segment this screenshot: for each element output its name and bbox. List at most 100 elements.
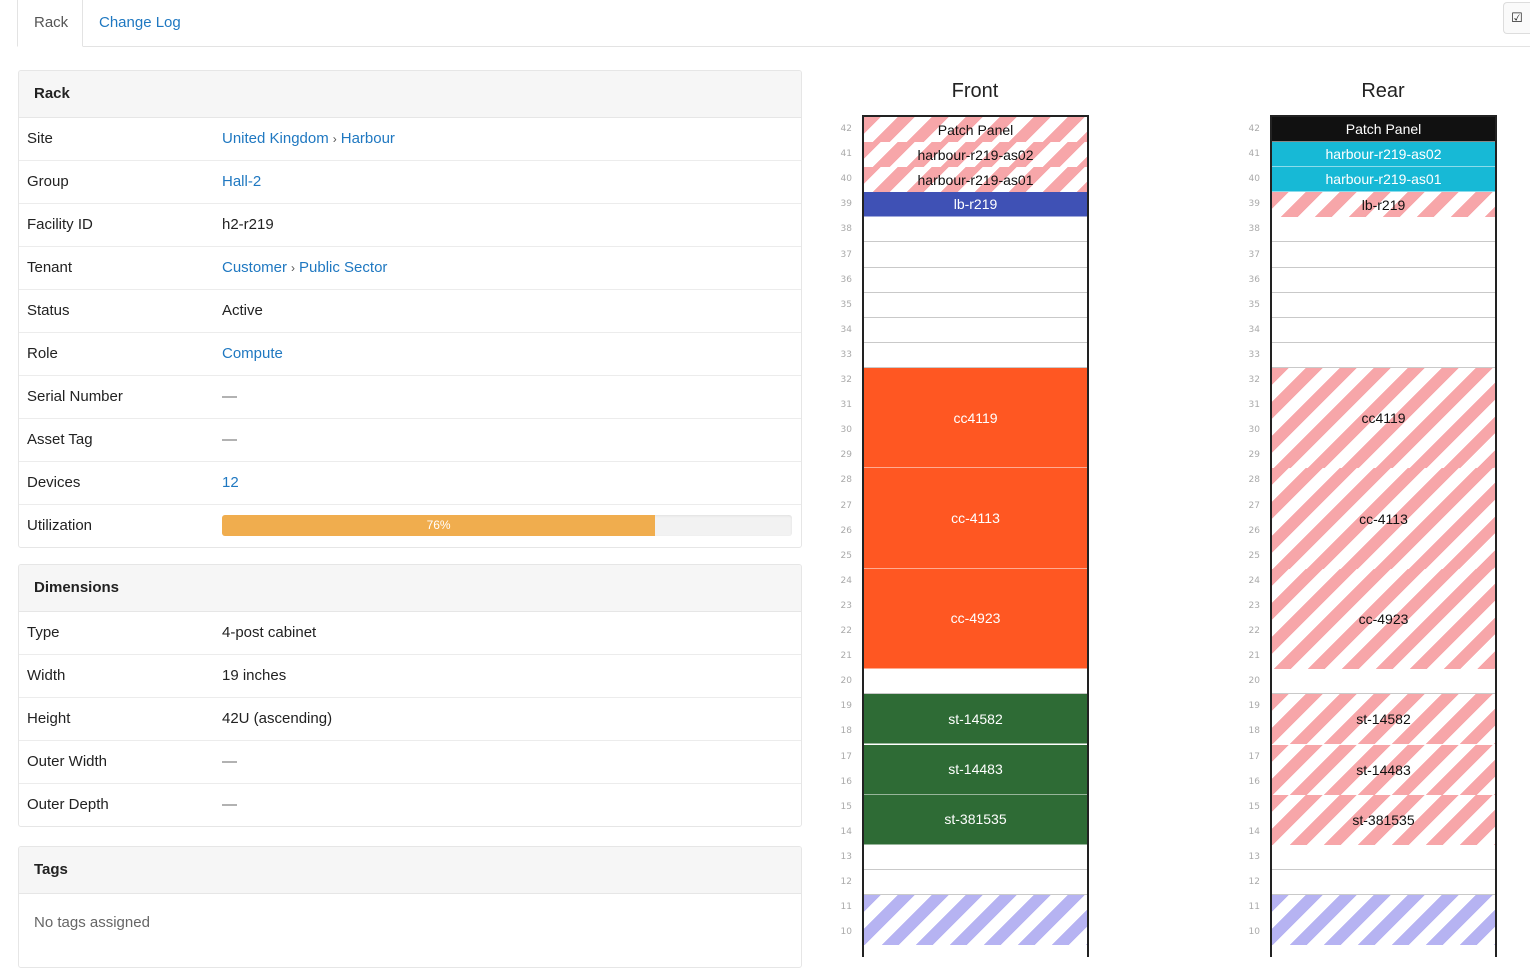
group-row: Group Hall-2 (19, 161, 801, 204)
tenant-group-link[interactable]: Customer (222, 259, 287, 276)
rack-device-st-381535[interactable]: st-381535 (1272, 794, 1495, 845)
rack-device-st-14483[interactable]: st-14483 (1272, 744, 1495, 795)
rack-device-cc4119[interactable]: cc4119 (864, 368, 1087, 469)
rack-unit-slot (1272, 243, 1495, 268)
unit-number: 38 (1248, 224, 1260, 235)
rack-device-harbour-r219-as02[interactable]: harbour-r219-as02 (1272, 142, 1495, 168)
rack-unit-slot (864, 870, 1087, 895)
edit-check-icon[interactable]: ☑ (1503, 2, 1530, 34)
rack-unit-slot (1272, 217, 1495, 243)
rack-device-cc-4113[interactable]: cc-4113 (1272, 468, 1495, 569)
unit-number: 23 (840, 600, 852, 611)
unit-number: 25 (840, 550, 852, 561)
tenant-row: Tenant Customer › Public Sector (19, 247, 801, 290)
unit-number: 12 (840, 877, 852, 887)
rack-unit-slot (864, 293, 1087, 318)
group-label: Group (27, 173, 69, 190)
site-link[interactable]: Harbour (341, 130, 395, 147)
unit-number: 34 (840, 324, 852, 335)
outer-depth-label: Outer Depth (27, 796, 109, 813)
rack-device-reserved[interactable] (864, 895, 1087, 946)
unit-number: 13 (840, 851, 852, 862)
asset-value: — (222, 431, 237, 448)
unit-number: 32 (840, 375, 852, 385)
utilization-label: Utilization (27, 517, 93, 534)
rack-device-reserved[interactable] (1272, 895, 1495, 946)
unit-number: 12 (1248, 877, 1260, 887)
site-region-link[interactable]: United Kingdom (222, 130, 329, 147)
rack-device-st-14582[interactable]: st-14582 (864, 694, 1087, 745)
rack-device-st-14582[interactable]: st-14582 (1272, 694, 1495, 745)
rack-device-cc-4923[interactable]: cc-4923 (1272, 568, 1495, 670)
outer-width-row: Outer Width — (19, 741, 801, 784)
rack-device-cc-4923[interactable]: cc-4923 (864, 568, 1087, 670)
rack-unit-slot (1272, 669, 1495, 695)
height-label: Height (27, 710, 71, 727)
unit-number: 19 (840, 701, 852, 712)
rack-unit-slot (1272, 343, 1495, 368)
rack-device-Patch Panel[interactable]: Patch Panel (864, 117, 1087, 143)
outer-depth-value: — (222, 796, 237, 813)
unit-number: 33 (840, 349, 852, 360)
tags-panel-title: Tags (19, 847, 801, 894)
rack-unit-slot (864, 268, 1087, 293)
unit-number: 41 (1248, 149, 1260, 160)
unit-number: 26 (1248, 525, 1260, 536)
unit-number: 31 (1248, 400, 1260, 411)
tags-panel: Tags No tags assigned (18, 846, 802, 968)
rack-panel-title: Rack (19, 71, 801, 118)
unit-number: 20 (1248, 676, 1260, 687)
tenant-label: Tenant (27, 259, 73, 276)
tab-change-log[interactable]: Change Log (83, 0, 197, 46)
front-elevation-title: Front (951, 80, 999, 102)
tenant-link[interactable]: Public Sector (299, 259, 387, 276)
group-link[interactable]: Hall-2 (222, 161, 261, 203)
unit-number: 40 (1248, 174, 1260, 185)
serial-label: Serial Number (27, 388, 123, 405)
outer-depth-row: Outer Depth — (19, 784, 801, 826)
unit-number: 36 (1248, 274, 1260, 285)
rack-device-cc4119[interactable]: cc4119 (1272, 368, 1495, 469)
role-link[interactable]: Compute (222, 333, 283, 375)
unit-number: 21 (1248, 651, 1260, 662)
rack-unit-slot (1272, 845, 1495, 870)
rack-device-harbour-r219-as01[interactable]: harbour-r219-as01 (864, 167, 1087, 193)
chevron-right-icon: › (291, 261, 296, 275)
rack-device-st-14483[interactable]: st-14483 (864, 744, 1087, 795)
rack-device-lb-r219[interactable]: lb-r219 (864, 192, 1087, 218)
chevron-right-icon: › (332, 132, 337, 146)
role-row: Role Compute (19, 333, 801, 376)
unit-number: 16 (840, 776, 852, 787)
rack-unit-slot (864, 343, 1087, 368)
rack-device-lb-r219[interactable]: lb-r219 (1272, 192, 1495, 218)
width-value: 19 inches (222, 667, 287, 684)
unit-number: 10 (840, 927, 852, 938)
unit-number: 27 (840, 500, 852, 511)
rack-unit-slot (864, 318, 1087, 343)
type-row: Type 4-post cabinet (19, 612, 801, 655)
width-label: Width (27, 667, 66, 684)
rack-device-st-381535[interactable]: st-381535 (864, 794, 1087, 845)
rack-device-harbour-r219-as02[interactable]: harbour-r219-as02 (864, 142, 1087, 168)
unit-number: 17 (1248, 751, 1260, 762)
unit-number: 23 (1248, 600, 1260, 611)
unit-number: 42 (1248, 124, 1260, 134)
unit-number: 36 (840, 274, 852, 285)
rack-device-harbour-r219-as01[interactable]: harbour-r219-as01 (1272, 167, 1495, 193)
tab-rack[interactable]: Rack (17, 0, 83, 47)
devices-link[interactable]: 12 (222, 462, 239, 504)
rack-unit-slot (1272, 870, 1495, 895)
unit-number: 32 (1248, 375, 1260, 385)
serial-value: — (222, 388, 237, 405)
unit-number: 22 (840, 626, 852, 636)
rack-device-Patch Panel[interactable]: Patch Panel (1272, 117, 1495, 143)
facility-label: Facility ID (27, 216, 93, 233)
rack-device-cc-4113[interactable]: cc-4113 (864, 468, 1087, 569)
facility-value: h2-r219 (222, 216, 274, 233)
site-label: Site (27, 130, 53, 147)
facility-row: Facility ID h2-r219 (19, 204, 801, 247)
unit-number: 40 (840, 174, 852, 185)
unit-number: 20 (840, 676, 852, 687)
unit-number: 28 (840, 475, 852, 486)
dimensions-panel-title: Dimensions (19, 565, 801, 612)
